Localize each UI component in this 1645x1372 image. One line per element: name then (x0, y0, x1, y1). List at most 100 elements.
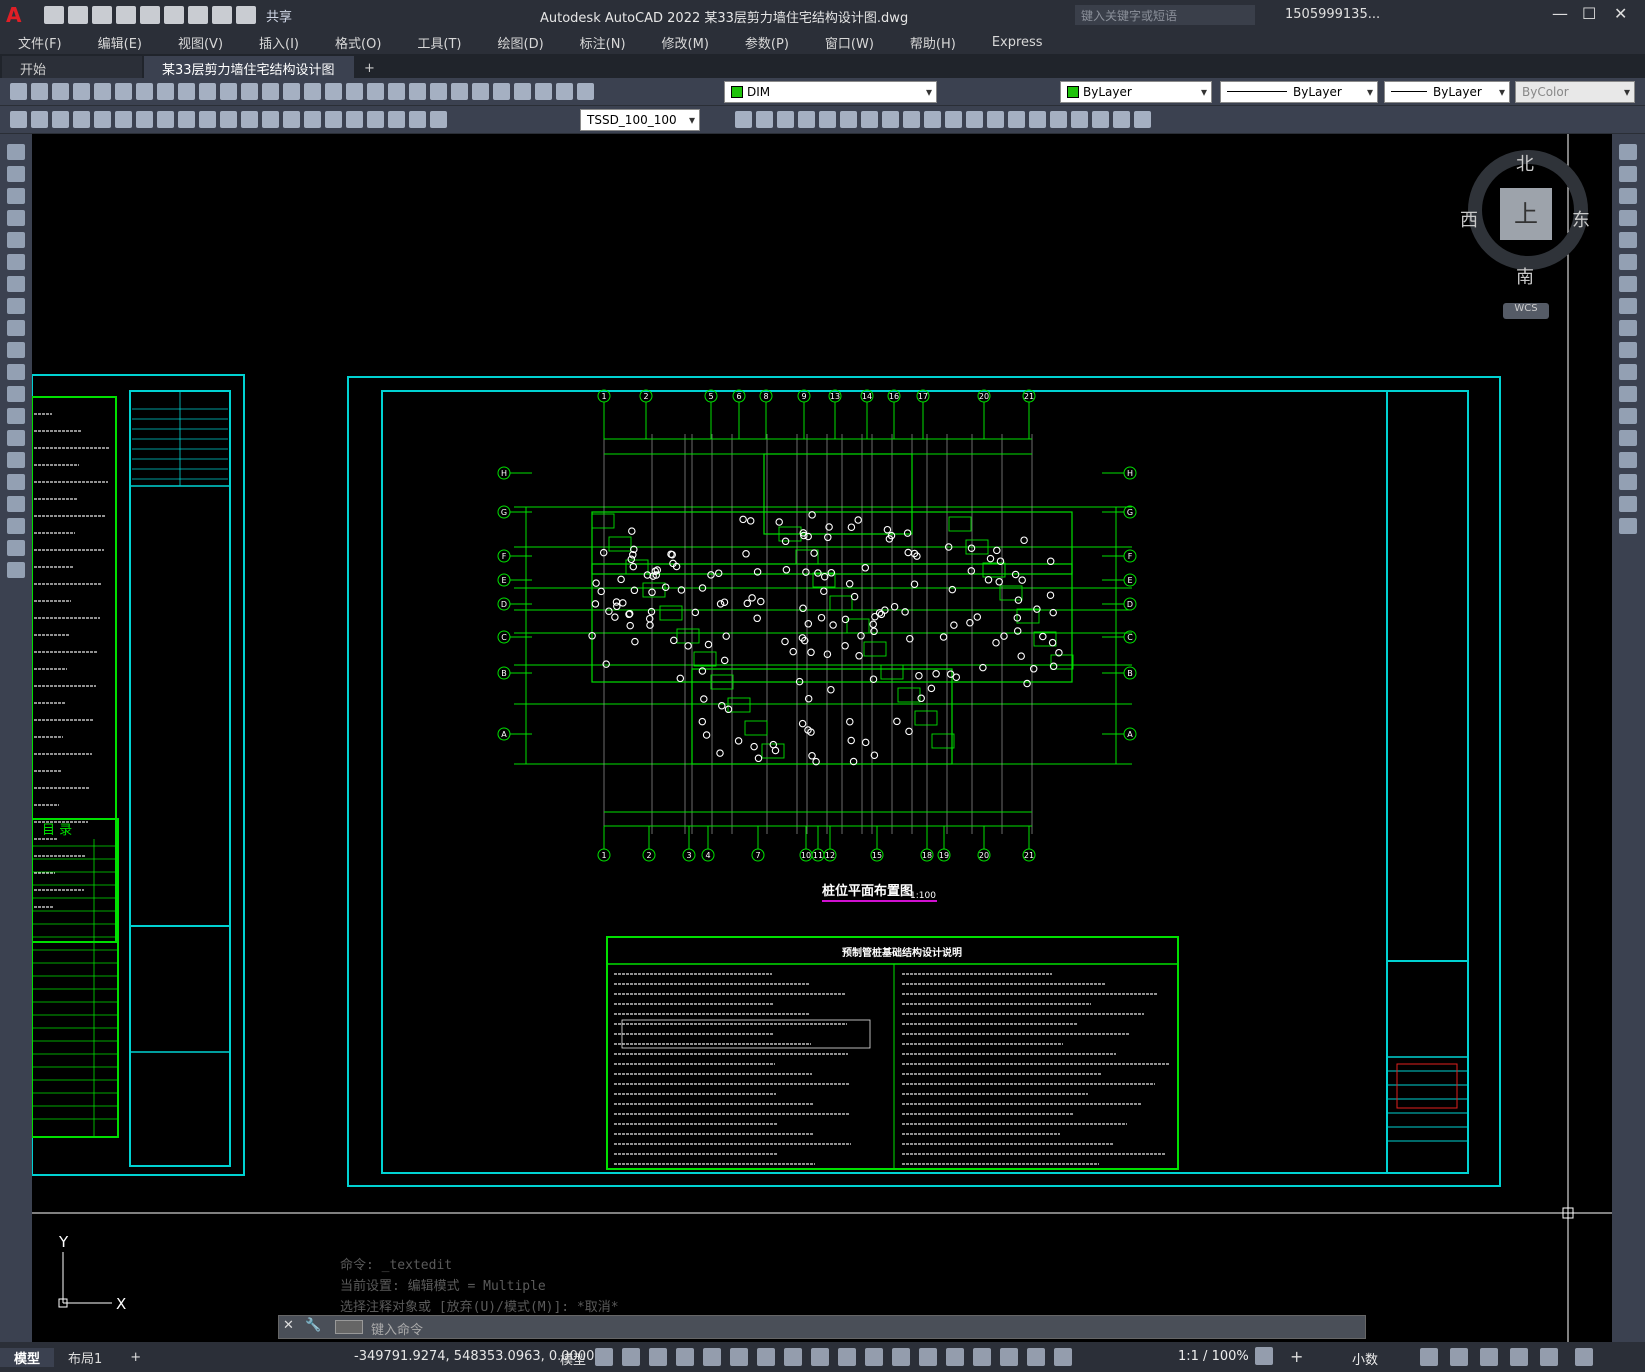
continue-icon[interactable] (283, 111, 300, 128)
menu-view[interactable]: 视图(V) (160, 33, 241, 52)
tool-icon[interactable] (798, 111, 815, 128)
jogged-icon[interactable] (178, 111, 195, 128)
menu-express[interactable]: Express (974, 35, 1061, 50)
aligned-dim-icon[interactable] (94, 111, 111, 128)
tool-icon[interactable] (756, 111, 773, 128)
add-layout-button[interactable]: + (116, 1350, 155, 1365)
mtext-icon[interactable] (7, 540, 25, 556)
3d-print-icon[interactable] (136, 83, 153, 100)
menu-help[interactable]: 帮助(H) (892, 33, 974, 52)
tool-icon[interactable] (903, 111, 920, 128)
cut-icon[interactable] (157, 83, 174, 100)
osnap-track-icon[interactable] (757, 1348, 775, 1366)
dim-update-icon[interactable] (430, 111, 447, 128)
tool-icon[interactable] (31, 111, 48, 128)
plus-icon[interactable]: + (1290, 1347, 1303, 1366)
transparency-icon[interactable] (838, 1348, 856, 1366)
copy-icon[interactable] (1619, 166, 1637, 182)
line-icon[interactable] (7, 144, 25, 160)
workspace-gear-icon[interactable] (1255, 1347, 1273, 1365)
center-mark-icon[interactable] (325, 111, 342, 128)
gradient-icon[interactable] (7, 474, 25, 490)
layer-state-icon[interactable] (556, 83, 573, 100)
selection-filter-icon[interactable] (946, 1348, 964, 1366)
viewcube-top-face[interactable]: 上 (1500, 188, 1552, 240)
save-icon[interactable] (92, 6, 112, 24)
polar-icon[interactable] (703, 1348, 721, 1366)
close-command-icon[interactable]: ✕ (283, 1318, 294, 1333)
user-account[interactable]: 1505999135... (1285, 7, 1380, 22)
new-tab-button[interactable]: + (354, 59, 385, 78)
share-button[interactable]: 共享 (266, 6, 292, 25)
minimize-icon[interactable]: — (1552, 4, 1568, 23)
ellipse-icon[interactable] (7, 342, 25, 358)
region-icon[interactable] (7, 496, 25, 512)
hardware-accel-icon[interactable] (1510, 1348, 1528, 1366)
dim-edit-icon[interactable] (388, 111, 405, 128)
menu-format[interactable]: 格式(O) (317, 33, 399, 52)
break-point-icon[interactable] (1619, 386, 1637, 402)
tool-icon[interactable] (819, 111, 836, 128)
revcloud-icon[interactable] (7, 298, 25, 314)
close-icon[interactable]: ✕ (1614, 4, 1627, 23)
add-selected-icon[interactable] (7, 562, 25, 578)
3d-osnap-icon[interactable] (892, 1348, 910, 1366)
quick-dim-icon[interactable] (241, 111, 258, 128)
annotation-scale-icon[interactable] (1054, 1348, 1072, 1366)
model-space-button[interactable]: 模型 (560, 1349, 586, 1368)
tool-icon[interactable] (945, 111, 962, 128)
xline-icon[interactable] (7, 166, 25, 182)
print-icon[interactable] (73, 83, 90, 100)
tool-icon[interactable] (1092, 111, 1109, 128)
open-icon[interactable] (31, 83, 48, 100)
lineweight-dropdown[interactable]: ByLayer ▾ (1384, 81, 1510, 103)
menu-modify[interactable]: 修改(M) (644, 33, 727, 52)
make-block-icon[interactable] (7, 408, 25, 424)
tool-icon[interactable] (882, 111, 899, 128)
selection-cycling-icon[interactable] (865, 1348, 883, 1366)
infer-icon[interactable] (649, 1348, 667, 1366)
lineweight-icon[interactable] (811, 1348, 829, 1366)
scale-icon[interactable] (1619, 298, 1637, 314)
ellipse-arc-icon[interactable] (7, 364, 25, 380)
rectangle-icon[interactable] (7, 232, 25, 248)
arc-icon[interactable] (7, 254, 25, 270)
plotstyle-dropdown[interactable]: ByColor ▾ (1515, 81, 1635, 103)
layer-manager-icon[interactable] (535, 83, 552, 100)
pan-icon[interactable] (304, 83, 321, 100)
layer-freeze-icon[interactable] (577, 83, 594, 100)
menu-window[interactable]: 窗口(W) (807, 33, 892, 52)
tool-icon[interactable] (1113, 111, 1130, 128)
mirror-icon[interactable] (1619, 188, 1637, 204)
blend-icon[interactable] (1619, 496, 1637, 512)
break-icon[interactable] (1619, 408, 1637, 424)
auto-scale-icon[interactable] (1027, 1348, 1045, 1366)
isolate-objects-icon[interactable] (1480, 1348, 1498, 1366)
fillet-icon[interactable] (1619, 474, 1637, 490)
tool-icon[interactable] (861, 111, 878, 128)
paste-icon[interactable] (199, 83, 216, 100)
undo-icon[interactable] (262, 83, 279, 100)
lock-ui-icon[interactable] (1450, 1348, 1468, 1366)
tool-icon[interactable] (1134, 111, 1151, 128)
osnap-icon[interactable] (784, 1348, 802, 1366)
erase-icon[interactable] (1619, 144, 1637, 160)
tool-icon[interactable] (10, 111, 27, 128)
explode-icon[interactable] (1619, 518, 1637, 534)
plot-icon[interactable] (188, 6, 208, 24)
new-file-icon[interactable] (44, 6, 64, 24)
properties-icon[interactable] (388, 83, 405, 100)
annotation-scale[interactable]: 1:1 / 100% (1178, 1349, 1249, 1364)
jogged-linear-icon[interactable] (367, 111, 384, 128)
extend-icon[interactable] (1619, 364, 1637, 380)
trim-icon[interactable] (1619, 342, 1637, 358)
customize-status-icon[interactable] (1575, 1348, 1593, 1366)
undo-icon[interactable] (212, 6, 232, 24)
tab-drawing[interactable]: 某33层剪力墙住宅结构设计图* (144, 56, 354, 93)
tool-icon[interactable] (52, 111, 69, 128)
hatch-icon[interactable] (7, 452, 25, 468)
insert-block-icon[interactable] (7, 386, 25, 402)
join-icon[interactable] (1619, 430, 1637, 446)
copy-icon[interactable] (178, 83, 195, 100)
menu-tools[interactable]: 工具(T) (399, 33, 479, 52)
